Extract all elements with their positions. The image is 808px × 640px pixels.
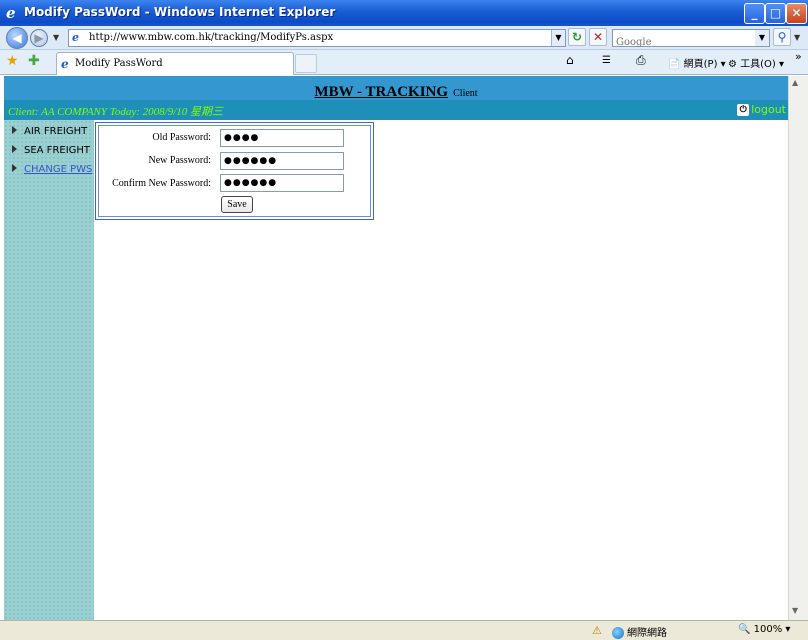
site-subtitle: Client xyxy=(453,88,478,99)
sidebar-item-label: SEA FREIGHT xyxy=(24,145,91,156)
search-input[interactable] xyxy=(613,34,753,51)
close-button[interactable]: ✕ xyxy=(786,3,807,24)
address-url[interactable]: http://www.mbw.com.hk/tracking/ModifyPs.… xyxy=(89,32,333,43)
globe-icon xyxy=(612,627,624,639)
new-password-label: New Password: xyxy=(148,155,212,166)
title-bar: e Modify PassWord - Windows Internet Exp… xyxy=(0,0,808,26)
status-bar: ⚠ 網際網路 🔍 100% ▾ xyxy=(0,620,808,640)
page-content: MBW - TRACKING Client Client: AA COMPANY… xyxy=(4,76,788,620)
address-dropdown-icon[interactable]: ▼ xyxy=(551,30,565,46)
page-menu-label: 網頁(P) xyxy=(683,59,718,70)
tools-menu-label: 工具(O) xyxy=(740,59,776,70)
triangle-right-icon xyxy=(12,145,17,153)
save-button[interactable]: Save xyxy=(221,196,253,213)
sidebar-item-label: AIR FREIGHT xyxy=(24,126,88,137)
tab-title: Modify PassWord xyxy=(75,58,163,69)
search-options-icon[interactable]: ▼ xyxy=(794,33,800,42)
scroll-down-icon[interactable]: ▼ xyxy=(792,606,798,615)
old-password-field[interactable]: ●●●● xyxy=(220,129,344,147)
navigation-bar: ◀ ▶ ▼ e http://www.mbw.com.hk/tracking/M… xyxy=(0,26,808,51)
old-password-label: Old Password: xyxy=(152,132,211,143)
window-title: Modify PassWord - Windows Internet Explo… xyxy=(24,5,336,19)
minimize-button[interactable]: _ xyxy=(744,3,765,24)
favorites-star-icon[interactable]: ★ xyxy=(6,53,19,69)
address-bar[interactable]: e http://www.mbw.com.hk/tracking/ModifyP… xyxy=(68,29,566,47)
sidebar-item-air-freight[interactable]: AIR FREIGHT xyxy=(12,126,87,137)
print-icon[interactable]: ⎙ xyxy=(636,53,646,68)
security-zone: 網際網路 xyxy=(612,624,667,639)
search-box[interactable]: ▼ xyxy=(612,29,770,51)
change-password-form: Old Password: ●●●● New Password: ●●●●●● … xyxy=(95,122,374,220)
zoom-level: 100% xyxy=(753,624,783,635)
tab-bar: ★ ✚ e Modify PassWord ⌂ ☰ ⎙ 📄 網頁(P) ▾ ⚙ … xyxy=(0,50,808,75)
sidebar-item-label[interactable]: CHANGE PWS xyxy=(24,164,92,175)
more-commands-icon[interactable]: » xyxy=(795,50,802,63)
tab-modify-password[interactable]: e Modify PassWord xyxy=(56,52,294,75)
ie-logo-icon: e xyxy=(6,4,16,22)
confirm-password-label: Confirm New Password: xyxy=(112,178,211,189)
page-icon: e xyxy=(72,31,79,44)
site-header: MBW - TRACKING Client xyxy=(4,76,788,100)
add-favorites-icon[interactable]: ✚ xyxy=(28,53,40,69)
maximize-button[interactable]: □ xyxy=(765,3,786,24)
sidebar-menu: AIR FREIGHT SEA FREIGHT CHANGE PWS xyxy=(4,120,94,620)
logout-label: logout xyxy=(751,103,786,116)
search-icon[interactable]: ⚲ xyxy=(773,28,791,46)
tools-menu[interactable]: ⚙ 工具(O) ▾ xyxy=(728,55,784,70)
power-icon: ⏻ xyxy=(737,103,750,116)
site-brand: MBW - TRACKING xyxy=(314,84,449,100)
vertical-scrollbar[interactable]: ▲ ▼ xyxy=(788,76,808,620)
triangle-right-icon xyxy=(12,126,17,134)
confirm-password-field[interactable]: ●●●●●● xyxy=(220,174,344,192)
zoom-control[interactable]: 🔍 100% ▾ xyxy=(738,624,790,635)
logout-button[interactable]: ⏻ logout xyxy=(737,102,786,117)
search-dropdown-icon[interactable]: ▼ xyxy=(755,30,769,46)
page-menu[interactable]: 📄 網頁(P) ▾ xyxy=(668,55,726,70)
forward-button[interactable]: ▶ xyxy=(30,29,48,47)
sidebar-item-sea-freight[interactable]: SEA FREIGHT xyxy=(12,145,90,156)
client-info-bar: Client: AA COMPANY Today: 2008/9/10 星期三 … xyxy=(4,100,788,120)
client-info-text: Client: AA COMPANY Today: 2008/9/10 星期三 xyxy=(8,106,224,118)
protected-mode-icon: ⚠ xyxy=(592,624,602,637)
zone-label: 網際網路 xyxy=(627,628,667,639)
back-button[interactable]: ◀ xyxy=(6,27,28,49)
home-icon[interactable]: ⌂ xyxy=(566,53,574,67)
sidebar-item-change-pws[interactable]: CHANGE PWS xyxy=(12,164,92,175)
feeds-icon[interactable]: ☰ xyxy=(602,55,611,66)
refresh-icon[interactable]: ↻ xyxy=(568,28,586,46)
stop-icon[interactable]: ✕ xyxy=(589,28,607,46)
new-password-field[interactable]: ●●●●●● xyxy=(220,152,344,170)
tab-ie-icon: e xyxy=(61,57,69,71)
history-dropdown-icon[interactable]: ▼ xyxy=(53,33,59,42)
new-tab-button[interactable] xyxy=(295,54,317,73)
triangle-right-icon xyxy=(12,164,17,172)
scroll-up-icon[interactable]: ▲ xyxy=(792,78,798,87)
